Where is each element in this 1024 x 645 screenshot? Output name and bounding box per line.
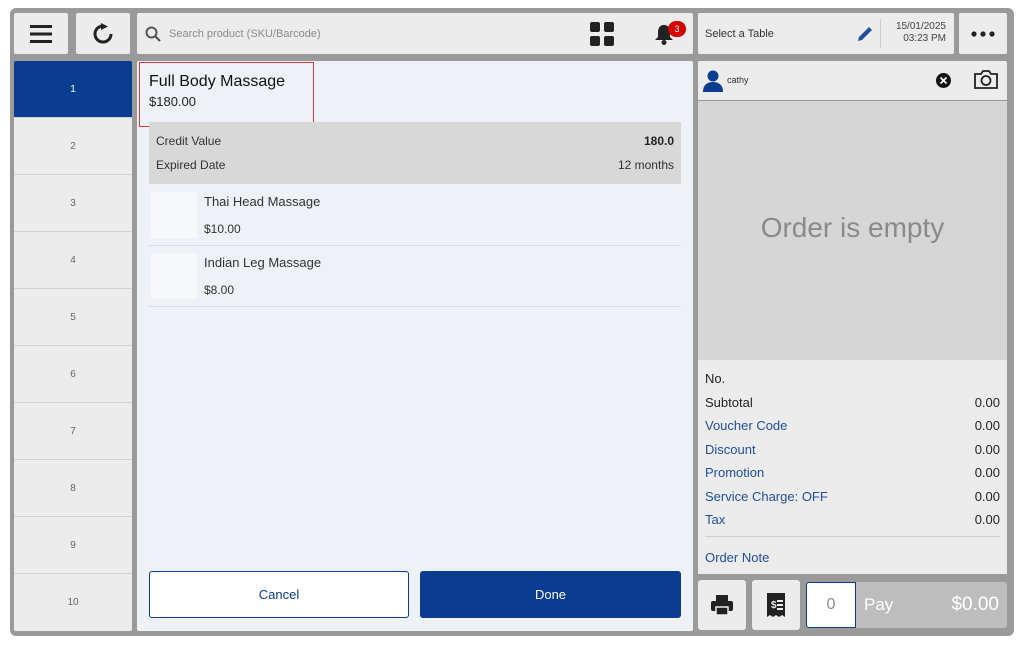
promotion-row[interactable]: Promotion 0.00 <box>705 465 1000 480</box>
more-options-button[interactable] <box>959 13 1007 54</box>
list-item[interactable]: 6 <box>14 346 132 403</box>
apps-grid-button[interactable] <box>579 13 625 54</box>
printer-icon <box>711 595 733 616</box>
customer-name[interactable]: cathy <box>727 75 749 85</box>
hamburger-icon <box>30 24 52 43</box>
credit-value-label: Credit Value <box>156 134 222 148</box>
product-title: Full Body Massage <box>149 73 286 90</box>
promotion-link[interactable]: Promotion <box>705 465 764 480</box>
list-item[interactable]: 7 <box>14 403 132 460</box>
grid-icon <box>590 21 614 46</box>
voucher-code-row[interactable]: Voucher Code 0.00 <box>705 418 1000 433</box>
item-thumbnail <box>151 192 197 238</box>
item-name: Indian Leg Massage <box>204 255 322 270</box>
camera-icon[interactable] <box>973 68 999 90</box>
notifications-button[interactable]: 3 <box>637 13 691 54</box>
order-totals: No. Subtotal 0.00 Voucher Code 0.00 Disc… <box>698 360 1007 574</box>
package-item-row[interactable]: Thai Head Massage $10.00 <box>149 185 681 246</box>
list-item[interactable]: 8 <box>14 460 132 517</box>
order-note-row[interactable]: Order Note <box>705 550 1000 565</box>
tax-link[interactable]: Tax <box>705 512 725 527</box>
pay-amount: $0.00 <box>951 594 999 615</box>
item-name: Thai Head Massage <box>204 194 321 209</box>
package-item-row[interactable]: Indian Leg Massage $8.00 <box>149 246 681 307</box>
credit-value-row: Credit Value 180.0 <box>156 134 674 148</box>
tax-value: 0.00 <box>974 512 1000 527</box>
table-label: Select a Table <box>705 27 774 40</box>
list-item[interactable]: 3 <box>14 175 132 232</box>
pay-label: Pay <box>864 595 894 614</box>
discount-value: 0.00 <box>974 442 1000 457</box>
item-thumbnail <box>151 253 197 299</box>
service-charge-link[interactable]: Service Charge: OFF <box>705 489 828 504</box>
divider <box>705 536 1000 537</box>
customer-header: cathy <box>698 61 1007 100</box>
receipt-icon: $ <box>767 593 785 617</box>
more-icon <box>971 30 995 37</box>
discount-link[interactable]: Discount <box>705 442 756 457</box>
date-text: 15/01/2025 <box>895 21 946 32</box>
divider <box>880 19 881 48</box>
user-icon[interactable] <box>703 70 723 92</box>
done-button[interactable]: Done <box>420 571 681 618</box>
subtotal-value: 0.00 <box>974 395 1000 410</box>
expired-date-value: 12 months <box>617 158 674 172</box>
menu-button[interactable] <box>14 13 68 54</box>
datetime: 15/01/2025 03:23 PM <box>888 21 946 45</box>
pos-window: Search product (SKU/Barcode) 3 Select a … <box>10 8 1014 636</box>
list-item[interactable]: 10 <box>14 574 132 631</box>
order-no-row: No. <box>705 371 1000 386</box>
search-input[interactable]: Search product (SKU/Barcode) <box>169 28 321 40</box>
product-price: $180.00 <box>149 94 196 109</box>
refresh-icon <box>93 22 113 43</box>
item-price: $8.00 <box>204 283 235 297</box>
pencil-icon[interactable] <box>856 25 874 43</box>
service-charge-row[interactable]: Service Charge: OFF 0.00 <box>705 489 1000 504</box>
order-no-label: No. <box>705 371 726 386</box>
promotion-value: 0.00 <box>974 465 1000 480</box>
expired-date-label: Expired Date <box>156 158 226 172</box>
left-number-list: 1 2 3 4 5 6 7 8 9 10 <box>14 61 132 631</box>
table-selector[interactable]: Select a Table 15/01/2025 03:23 PM <box>698 13 954 54</box>
order-items-area: Order is empty <box>698 101 1007 360</box>
search-icon <box>145 26 161 42</box>
close-icon[interactable] <box>936 73 951 88</box>
subtotal-row: Subtotal 0.00 <box>705 395 1000 410</box>
package-info: Credit Value 180.0 Expired Date 12 month… <box>149 122 681 184</box>
item-price: $10.00 <box>204 222 241 236</box>
pay-button[interactable]: Pay $0.00 <box>856 582 1007 628</box>
list-item[interactable]: 1 <box>14 61 132 118</box>
notification-badge: 3 <box>668 21 686 37</box>
list-item[interactable]: 2 <box>14 118 132 175</box>
quantity-input[interactable]: 0 <box>806 582 856 628</box>
voucher-code-link[interactable]: Voucher Code <box>705 418 787 433</box>
time-text: 03:23 PM <box>903 33 946 44</box>
tax-row[interactable]: Tax 0.00 <box>705 512 1000 527</box>
print-button[interactable] <box>698 580 746 630</box>
expired-date-row: Expired Date 12 months <box>156 158 674 172</box>
order-empty-text: Order is empty <box>760 212 945 243</box>
credit-value: 180.0 <box>643 134 674 148</box>
checkout-bar: $ 0 Pay $0.00 <box>698 580 1007 630</box>
service-charge-value: 0.00 <box>974 489 1000 504</box>
product-detail-panel: Full Body Massage $180.00 Credit Value 1… <box>137 61 693 631</box>
refresh-button[interactable] <box>76 13 130 54</box>
list-item[interactable]: 4 <box>14 232 132 289</box>
list-item[interactable]: 5 <box>14 289 132 346</box>
voucher-code-value: 0.00 <box>974 418 1000 433</box>
cancel-button[interactable]: Cancel <box>149 571 409 618</box>
subtotal-label: Subtotal <box>705 395 753 410</box>
svg-text:$: $ <box>771 600 777 611</box>
list-item[interactable]: 9 <box>14 517 132 574</box>
order-note-link[interactable]: Order Note <box>705 550 769 565</box>
receipt-button[interactable]: $ <box>752 580 800 630</box>
discount-row[interactable]: Discount 0.00 <box>705 442 1000 457</box>
